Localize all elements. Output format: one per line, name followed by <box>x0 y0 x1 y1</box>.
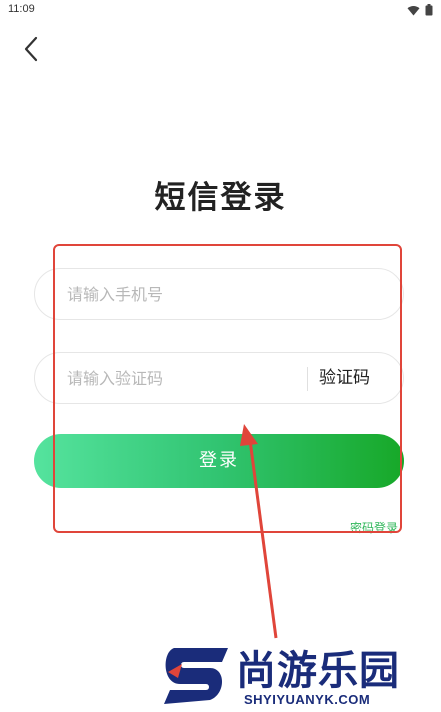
battery-icon <box>425 4 433 16</box>
watermark-domain: SHYIYUANYK.COM <box>244 692 371 707</box>
status-bar: 11:09 <box>0 0 441 22</box>
wifi-icon <box>407 5 420 15</box>
brand-logo-icon <box>164 648 228 704</box>
chevron-left-icon <box>24 36 38 62</box>
page-title: 短信登录 <box>154 180 287 216</box>
watermark: 尚游乐园 SHYIYUANYK.COM <box>160 644 441 712</box>
back-button[interactable] <box>14 32 48 66</box>
status-icons <box>407 4 433 16</box>
annotation-highlight-box <box>53 244 402 533</box>
status-time: 11:09 <box>8 3 35 15</box>
watermark-brand: 尚游乐园 <box>236 648 400 694</box>
